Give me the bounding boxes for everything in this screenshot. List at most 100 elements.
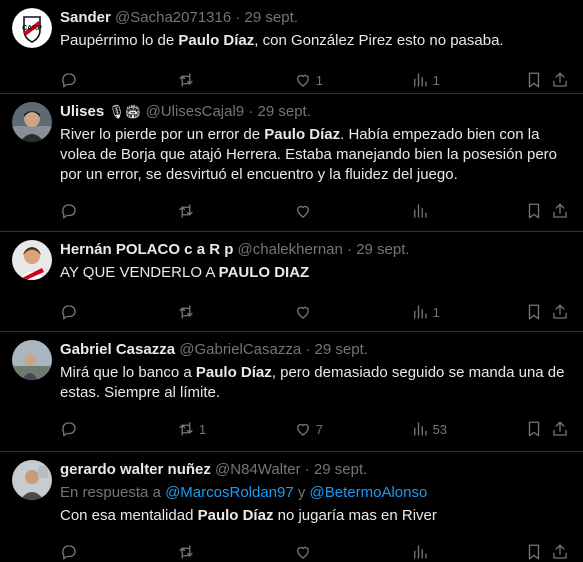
tweet[interactable]: Hernán POLACO c a R p @chalekhernan · 29… — [0, 232, 583, 332]
tweet-text: River lo pierde por un error de Paulo Dí… — [60, 125, 571, 185]
retweet-icon — [179, 305, 193, 319]
views-button[interactable]: 53 — [411, 409, 526, 449]
user-handle[interactable]: @Sacha2071316 — [115, 9, 231, 26]
share-button[interactable] — [551, 292, 571, 332]
reply-button[interactable] — [60, 292, 177, 332]
like-button[interactable] — [294, 191, 411, 231]
heart-icon — [296, 423, 309, 436]
text-segment: AY QUE VENDERLO A — [60, 264, 219, 281]
heart-icon — [296, 74, 309, 87]
reply-button[interactable] — [60, 191, 177, 231]
views-button[interactable]: 1 — [411, 292, 526, 332]
share-icon — [553, 421, 567, 436]
tweet-date[interactable]: 29 sept. — [245, 9, 298, 26]
display-name[interactable]: Ulises — [60, 103, 104, 120]
user-photo-icon — [12, 102, 52, 142]
tweet-actions: 1 — [60, 292, 571, 332]
retweet-button[interactable]: 1 — [177, 409, 294, 449]
separator-dot: · — [305, 341, 311, 358]
bookmark-button[interactable] — [525, 409, 551, 449]
tweet[interactable]: CARP Sander @Sacha2071316 · 29 sept. Pau… — [0, 0, 583, 94]
avatar[interactable] — [12, 340, 52, 380]
like-button[interactable]: 7 — [294, 409, 411, 449]
tweet-text: Con esa mentalidad Paulo Díaz no jugaría… — [60, 506, 571, 526]
user-photo-icon — [12, 340, 52, 380]
share-button[interactable] — [551, 409, 571, 449]
view-count: 53 — [432, 421, 448, 437]
share-icon — [553, 544, 567, 559]
text-bold-segment: Paulo Díaz — [264, 126, 341, 143]
reply-button[interactable] — [60, 409, 177, 449]
like-button[interactable] — [294, 532, 411, 562]
tweet-text: Mirá que lo banco a Paulo Díaz, pero dem… — [60, 363, 571, 403]
tweet-date[interactable]: 29 sept. — [315, 341, 368, 358]
reply-context: En respuesta a @MarcosRoldan97 y @Beterm… — [60, 483, 571, 503]
reply-icon — [62, 305, 76, 320]
reply-icon — [62, 545, 76, 560]
view-count: 1 — [432, 304, 440, 320]
avatar[interactable] — [12, 240, 52, 280]
tweet[interactable]: Gabriel Casazza @GabrielCasazza · 29 sep… — [0, 332, 583, 452]
separator-dot: · — [248, 103, 254, 120]
mention-link[interactable]: @BetermoAlonso — [310, 484, 428, 501]
retweet-button[interactable] — [177, 191, 294, 231]
tweet-actions — [60, 532, 571, 562]
separator-dot: · — [235, 9, 241, 26]
share-button[interactable] — [551, 191, 571, 231]
reply-icon — [62, 73, 76, 88]
bookmark-icon — [529, 72, 540, 88]
tweet-date[interactable]: 29 sept. — [258, 103, 311, 120]
retweet-count: 1 — [198, 421, 207, 437]
avatar[interactable] — [12, 460, 52, 500]
display-name[interactable]: Hernán POLACO c a R p — [60, 241, 233, 258]
share-button[interactable] — [551, 532, 571, 562]
views-button[interactable] — [411, 191, 526, 231]
text-segment: River lo pierde por un error de — [60, 126, 265, 143]
text-segment: no jugaría mas en River — [273, 507, 437, 524]
retweet-button[interactable] — [177, 532, 294, 562]
bookmark-button[interactable] — [525, 532, 551, 562]
user-photo-icon — [12, 240, 52, 280]
reply-icon — [62, 422, 76, 437]
tweet-date[interactable]: 29 sept. — [314, 461, 367, 478]
tweet-header: Gabriel Casazza @GabrielCasazza · 29 sep… — [60, 340, 571, 360]
like-button[interactable] — [294, 292, 411, 332]
display-name[interactable]: Sander — [60, 9, 111, 26]
display-name[interactable]: gerardo walter nuñez — [60, 461, 211, 478]
retweet-icon — [179, 73, 193, 87]
user-handle[interactable]: @N84Walter — [215, 461, 301, 478]
like-count: 7 — [315, 421, 323, 437]
views-button[interactable] — [411, 532, 526, 562]
text-bold-segment: PAULO DIAZ — [218, 264, 310, 281]
retweet-button[interactable] — [177, 292, 294, 332]
bookmark-button[interactable] — [525, 292, 551, 332]
avatar[interactable]: CARP — [12, 8, 52, 48]
bookmark-icon — [529, 544, 540, 560]
text-bold-segment: Paulo Díaz — [178, 32, 255, 49]
share-icon — [553, 72, 567, 87]
reply-conjunction: y — [293, 484, 310, 501]
name-emojis: 🎙🏟 — [108, 104, 142, 119]
river-plate-crest-icon: CARP — [12, 8, 52, 48]
svg-text:CARP: CARP — [22, 25, 42, 32]
bookmark-icon — [529, 421, 540, 437]
heart-icon — [296, 546, 309, 559]
tweet-date[interactable]: 29 sept. — [356, 241, 409, 258]
bookmark-icon — [529, 304, 540, 320]
avatar[interactable] — [12, 102, 52, 142]
tweet[interactable]: Ulises 🎙🏟 @UlisesCajal9 · 29 sept. River… — [0, 94, 583, 232]
tweet[interactable]: gerardo walter nuñez @N84Walter · 29 sep… — [0, 452, 583, 562]
user-handle[interactable]: @chalekhernan — [238, 241, 343, 258]
retweet-icon — [179, 545, 193, 559]
heart-icon — [296, 306, 309, 319]
separator-dot: · — [304, 461, 310, 478]
user-handle[interactable]: @GabrielCasazza — [179, 341, 301, 358]
views-chart-icon — [413, 305, 427, 319]
text-segment: Mirá que lo banco a — [60, 364, 196, 381]
mention-link[interactable]: @MarcosRoldan97 — [165, 484, 294, 501]
user-handle[interactable]: @UlisesCajal9 — [146, 103, 245, 120]
text-segment: Con esa mentalidad — [60, 507, 198, 524]
bookmark-button[interactable] — [525, 191, 551, 231]
display-name[interactable]: Gabriel Casazza — [60, 341, 175, 358]
reply-button[interactable] — [60, 532, 177, 562]
